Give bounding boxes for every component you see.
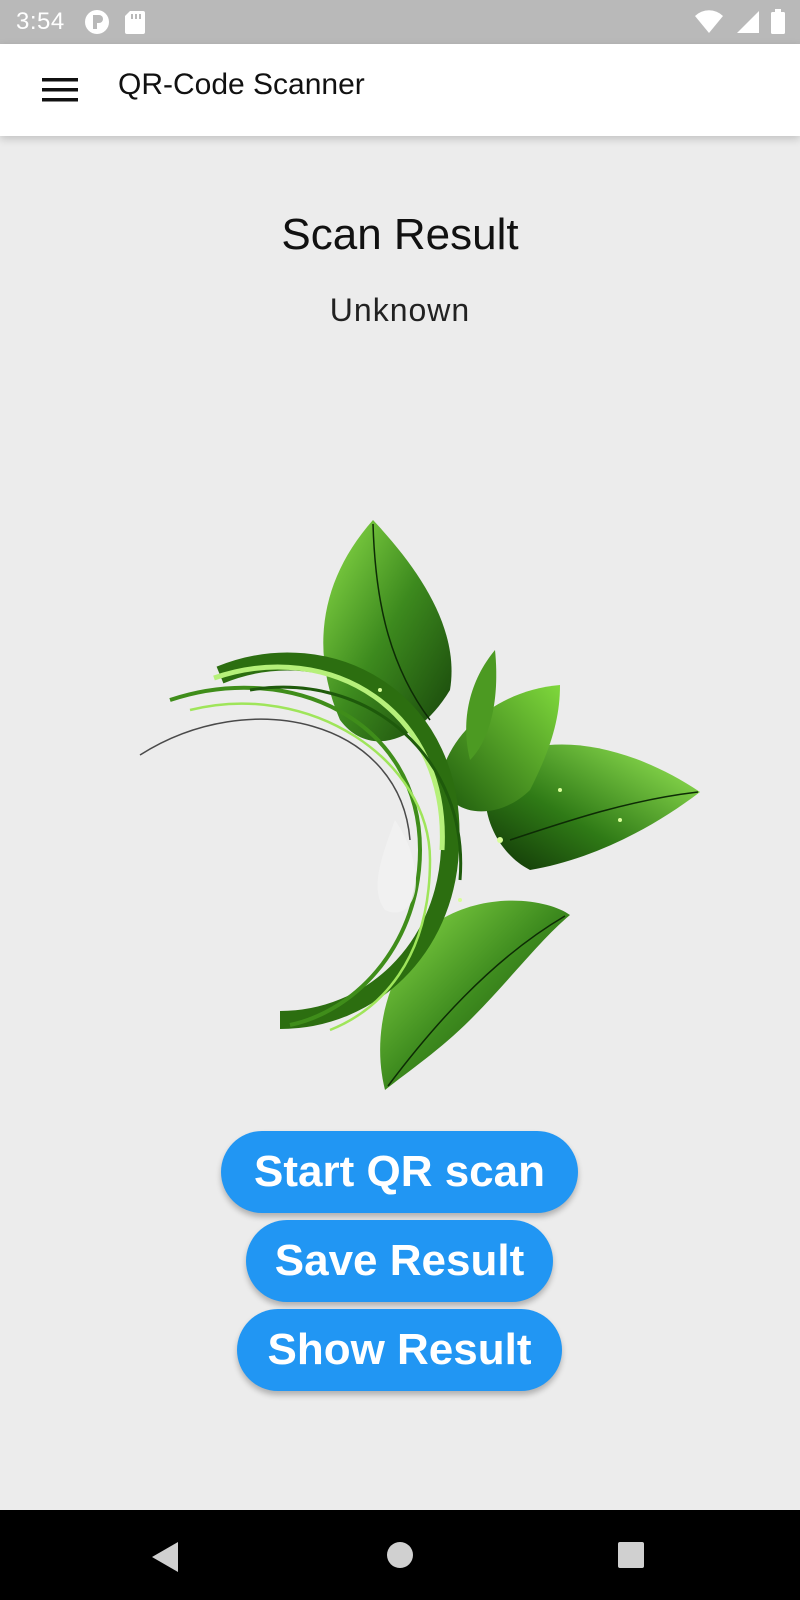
scan-result-heading: Scan Result bbox=[281, 210, 519, 259]
battery-icon bbox=[771, 9, 785, 34]
app-bar: QR-Code Scanner bbox=[0, 44, 800, 136]
status-bar: 3:54 bbox=[0, 0, 800, 44]
menu-button[interactable] bbox=[28, 64, 92, 116]
show-result-button[interactable]: Show Result bbox=[237, 1309, 562, 1391]
wifi-icon bbox=[695, 10, 723, 33]
recents-square-icon[interactable] bbox=[617, 1541, 645, 1569]
start-qr-scan-button[interactable]: Start QR scan bbox=[221, 1131, 578, 1213]
back-triangle-icon[interactable] bbox=[150, 1540, 180, 1574]
home-circle-icon[interactable] bbox=[386, 1541, 414, 1569]
hamburger-menu-icon bbox=[42, 78, 78, 102]
navigation-bar bbox=[0, 1510, 800, 1600]
green-leaves-illustration bbox=[139, 520, 700, 1090]
status-right-icons bbox=[694, 9, 786, 35]
signal-icon bbox=[737, 11, 759, 33]
status-left-icons bbox=[84, 9, 146, 35]
sd-card-icon bbox=[125, 11, 145, 34]
notification-app-icon bbox=[85, 10, 109, 34]
app-title: QR-Code Scanner bbox=[118, 68, 365, 101]
status-time: 3:54 bbox=[16, 8, 65, 35]
scan-result-value: Unknown bbox=[329, 292, 471, 328]
save-result-button[interactable]: Save Result bbox=[246, 1220, 553, 1302]
